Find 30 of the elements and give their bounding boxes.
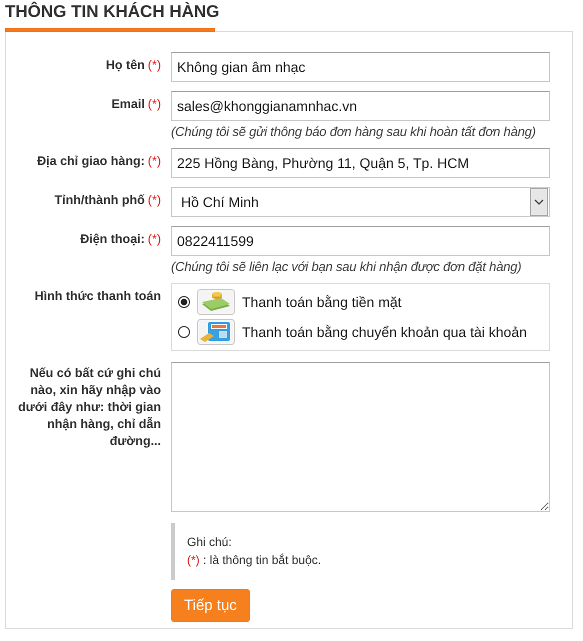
required-mark: (*) <box>148 232 161 246</box>
required-mark: (*) <box>148 58 161 72</box>
required-mark: (*) <box>148 193 161 207</box>
note-title: Ghi chú: <box>187 534 233 551</box>
field-label: Tỉnh/thành phố <box>54 193 145 207</box>
caret-icon <box>530 188 548 216</box>
radio-button[interactable] <box>178 296 190 308</box>
required-mark: (*) <box>187 553 200 567</box>
note-text: : là thông tin bắt buộc. <box>202 553 322 567</box>
money-stack-icon <box>197 289 235 315</box>
text-field[interactable]: 225 Hồng Bàng, Phường 11, Quận 5, Tp. HCM <box>171 148 550 178</box>
required-mark: (*) <box>148 154 161 168</box>
payment-option-label: Thanh toán bằng chuyển khoản qua tài khoản <box>242 324 527 340</box>
field-label: Địa chỉ giao hàng: <box>37 154 145 168</box>
field-hint: (Chúng tôi sẽ liên lạc với bạn sau khi nhận được đơn đặt hàng) <box>171 259 522 274</box>
radio-button[interactable] <box>178 326 190 338</box>
required-mark: (*) <box>148 97 161 111</box>
payment-option-label: Thanh toán bằng tiền mặt <box>242 294 402 310</box>
field-label: Nếu có bất cứ ghi chú nào, xin hãy nhập vào dưới đây như: thời gian nhận hàng, chỉ dẫn đường... <box>18 366 161 448</box>
text-field[interactable]: Không gian âm nhạc <box>171 52 550 82</box>
text-field[interactable]: 0822411599 <box>171 226 550 256</box>
field-label: Email <box>111 97 145 111</box>
text-field[interactable]: sales@khonggianamnhac.vn <box>171 91 550 121</box>
field-label: Hình thức thanh toán <box>34 289 161 303</box>
dropdown-field[interactable]: Hồ Chí Minh <box>171 187 550 217</box>
notes-field[interactable] <box>171 362 550 512</box>
field-label: Điện thoại: <box>80 232 145 246</box>
field-hint: (Chúng tôi sẽ gửi thông báo đơn hàng sau khi hoàn tất đơn hàng) <box>171 124 536 139</box>
atm-card-icon <box>197 319 235 345</box>
field-label: Họ tên <box>106 58 145 72</box>
